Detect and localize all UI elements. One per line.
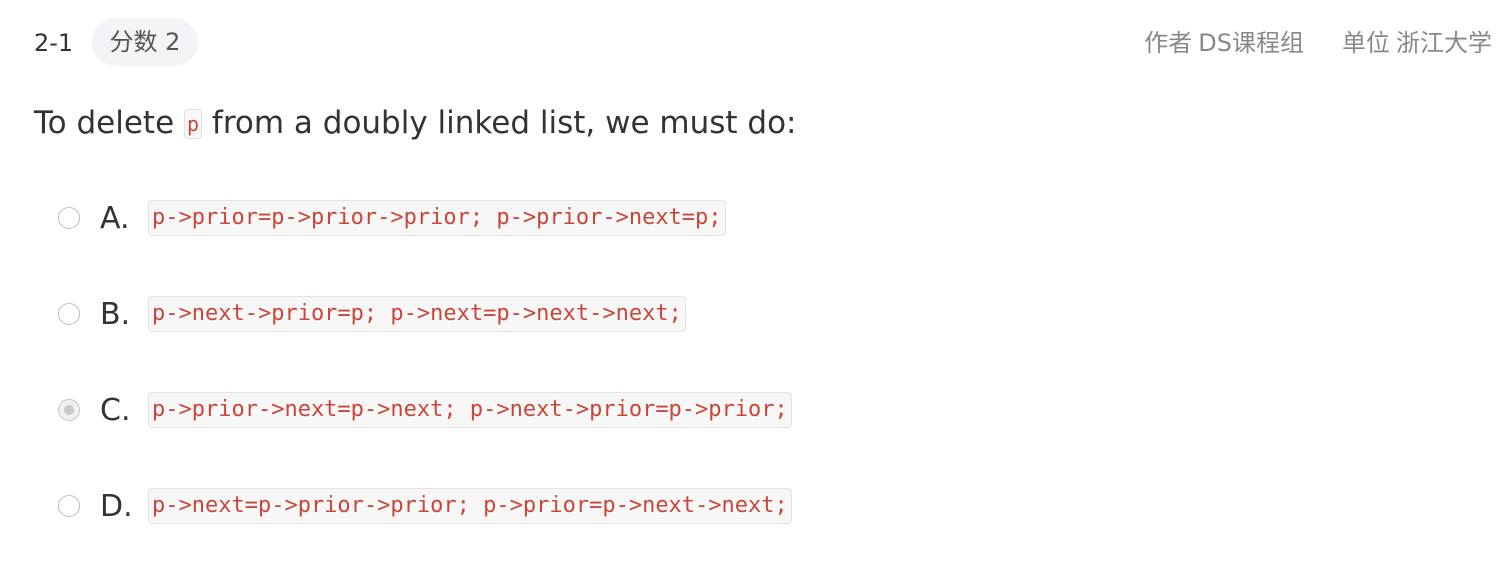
question-number: 2-1 [34,29,74,57]
question-inline-code: p [184,109,203,139]
author-info: 作者 DS课程组 [1144,29,1304,57]
option-a[interactable]: A. p->prior=p->prior->prior; p->prior->n… [58,196,726,240]
option-c-radio-selected[interactable] [58,399,80,421]
author-label: 作者 [1144,29,1193,57]
option-c-code: p->prior->next=p->next; p->next->prior=p… [148,392,792,428]
option-d[interactable]: D. p->next=p->prior->prior; p->prior=p->… [58,484,792,528]
question-text-after: from a doubly linked list, we must do: [211,105,797,141]
option-c-label: C. [100,392,131,428]
option-a-label: A. [100,200,130,236]
option-b-radio[interactable] [58,303,80,325]
option-b-code: p->next->prior=p; p->next=p->next->next; [148,296,686,332]
question-header: 2-1 分数 2 作者 DS课程组 单位 浙江大学 [0,0,1508,84]
option-a-code: p->prior=p->prior->prior; p->prior->next… [148,200,726,236]
option-b[interactable]: B. p->next->prior=p; p->next=p->next->ne… [58,292,686,336]
question-meta: 作者 DS课程组 单位 浙江大学 [1144,28,1492,58]
option-d-label: D. [100,488,133,524]
question-text: To delete p from a doubly linked list, w… [34,104,797,142]
option-a-radio[interactable] [58,207,80,229]
unit-info: 单位 浙江大学 [1342,29,1492,57]
unit-label: 单位 [1342,29,1390,57]
question-text-before: To delete [34,105,175,141]
option-d-radio[interactable] [58,495,80,517]
score-badge: 分数 2 [92,18,198,66]
unit-name: 浙江大学 [1396,29,1492,57]
option-c[interactable]: C. p->prior->next=p->next; p->next->prio… [58,388,792,432]
author-name: DS课程组 [1198,29,1304,57]
option-d-code: p->next=p->prior->prior; p->prior=p->nex… [148,488,792,524]
option-b-label: B. [100,296,131,332]
